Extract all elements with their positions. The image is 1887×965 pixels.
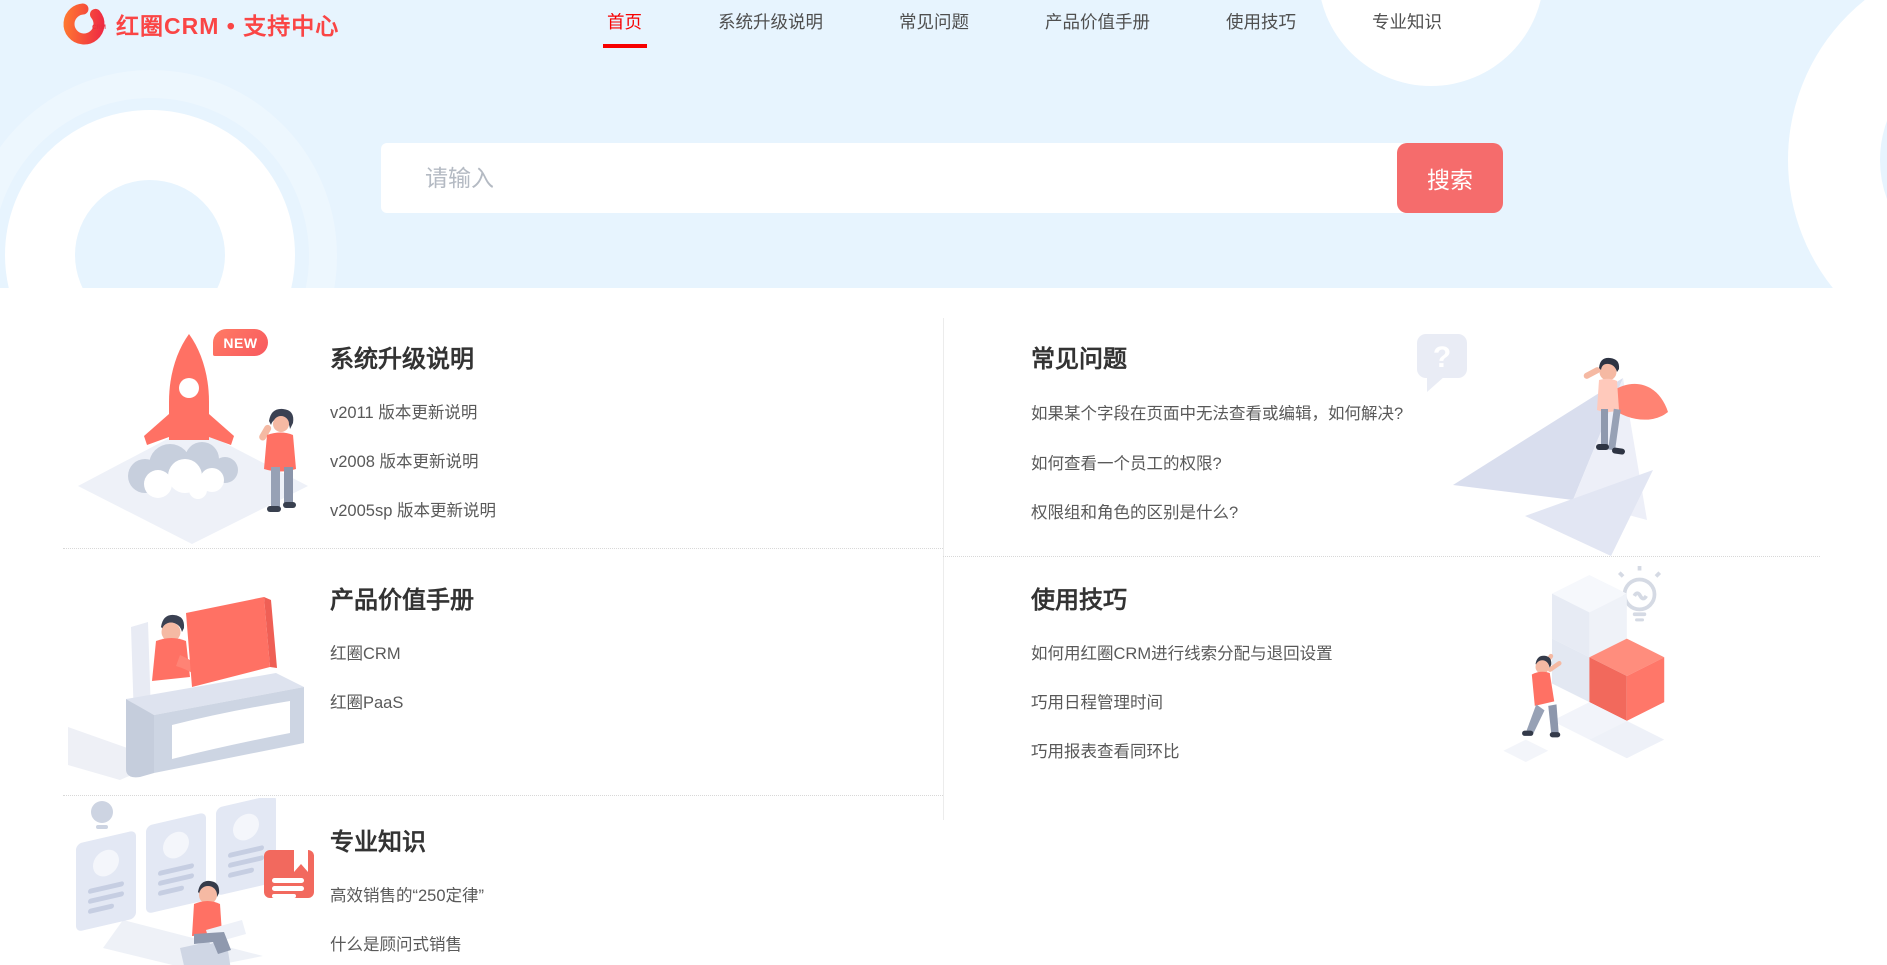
section-links: 红圈CRM 红圈PaaS <box>330 644 474 713</box>
header: CRM 红圈CRM • 支持中心 首页 系统升级说明 常见问题 产品价值手册 使… <box>0 0 1887 62</box>
search-button[interactable]: 搜索 <box>1397 143 1503 213</box>
section-title-tips[interactable]: 使用技巧 <box>1031 586 1571 616</box>
section-links: 高效销售的“250定律” 什么是顾问式销售 <box>330 886 484 955</box>
documents-reading-illustration <box>68 798 318 965</box>
section-title-faq[interactable]: 常见问题 <box>1031 345 1416 375</box>
brand-logo[interactable]: CRM 红圈CRM • 支持中心 <box>62 2 339 46</box>
link-view-employee-permission[interactable]: 如何查看一个员工的权限? <box>1031 454 1416 474</box>
section-links: 如果某个字段在页面中无法查看或编辑，如何解决? 如何查看一个员工的权限? 权限组… <box>1031 403 1416 523</box>
link-lead-assignment-settings[interactable]: 如何用红圈CRM进行线索分配与退回设置 <box>1031 644 1571 664</box>
paper-plane-illustration: ? <box>1415 320 1670 558</box>
rocket-launch-illustration <box>70 318 315 546</box>
section-title-upgrade[interactable]: 系统升级说明 <box>330 345 496 375</box>
support-center-page: CRM 红圈CRM • 支持中心 首页 系统升级说明 常见问题 产品价值手册 使… <box>0 0 1887 965</box>
section-title-value-handbook[interactable]: 产品价值手册 <box>330 586 474 616</box>
nav-item-knowledge[interactable]: 专业知识 <box>1372 0 1442 58</box>
brand-ring-icon: CRM <box>62 2 106 46</box>
column-divider <box>943 318 944 820</box>
link-field-not-visible[interactable]: 如果某个字段在页面中无法查看或编辑，如何解决? <box>1031 403 1416 425</box>
link-v2008-release-notes[interactable]: v2008 版本更新说明 <box>330 452 496 472</box>
section-tips: 使用技巧 如何用红圈CRM进行线索分配与退回设置 巧用日程管理时间 巧用报表查看… <box>1031 586 1571 762</box>
nav-item-faq[interactable]: 常见问题 <box>899 0 969 58</box>
search-input[interactable] <box>381 143 1405 213</box>
new-badge: NEW <box>213 329 268 356</box>
section-faq: 常见问题 如果某个字段在页面中无法查看或编辑，如何解决? 如何查看一个员工的权限… <box>1031 345 1416 523</box>
link-permission-group-vs-role[interactable]: 权限组和角色的区别是什么? <box>1031 503 1416 523</box>
link-v2005sp-release-notes[interactable]: v2005sp 版本更新说明 <box>330 501 496 521</box>
nav-item-home[interactable]: 首页 <box>607 0 642 58</box>
dotted-divider <box>63 548 943 549</box>
link-consultative-selling[interactable]: 什么是顾问式销售 <box>330 935 484 955</box>
link-250-rule-of-sales[interactable]: 高效销售的“250定律” <box>330 886 484 906</box>
nav-item-upgrade-notes[interactable]: 系统升级说明 <box>718 0 823 58</box>
section-links: 如何用红圈CRM进行线索分配与退回设置 巧用日程管理时间 巧用报表查看同环比 <box>1031 644 1571 762</box>
main-nav: 首页 系统升级说明 常见问题 产品价值手册 使用技巧 专业知识 <box>607 0 1442 58</box>
svg-text:?: ? <box>1433 341 1451 374</box>
link-hongquan-paas[interactable]: 红圈PaaS <box>330 693 474 713</box>
brand-title: 红圈CRM • 支持中心 <box>116 7 339 41</box>
search-bar: 搜索 <box>381 143 1503 213</box>
section-title-knowledge[interactable]: 专业知识 <box>330 828 484 858</box>
link-hongquan-crm[interactable]: 红圈CRM <box>330 644 474 664</box>
workstation-illustration <box>68 575 318 780</box>
nav-item-value-handbook[interactable]: 产品价值手册 <box>1045 0 1150 58</box>
link-v2011-release-notes[interactable]: v2011 版本更新说明 <box>330 403 496 423</box>
svg-text:CRM: CRM <box>92 25 106 31</box>
link-schedule-time-management[interactable]: 巧用日程管理时间 <box>1031 693 1571 713</box>
section-value-handbook: 产品价值手册 红圈CRM 红圈PaaS <box>330 586 474 713</box>
dotted-divider <box>63 795 943 796</box>
section-knowledge: 专业知识 高效销售的“250定律” 什么是顾问式销售 <box>330 828 484 955</box>
dotted-divider <box>943 556 1820 557</box>
section-upgrade: 系统升级说明 v2011 版本更新说明 v2008 版本更新说明 v2005sp… <box>330 345 496 521</box>
section-links: v2011 版本更新说明 v2008 版本更新说明 v2005sp 版本更新说明 <box>330 403 496 521</box>
nav-item-tips[interactable]: 使用技巧 <box>1226 0 1296 58</box>
link-report-comparison[interactable]: 巧用报表查看同环比 <box>1031 742 1571 762</box>
